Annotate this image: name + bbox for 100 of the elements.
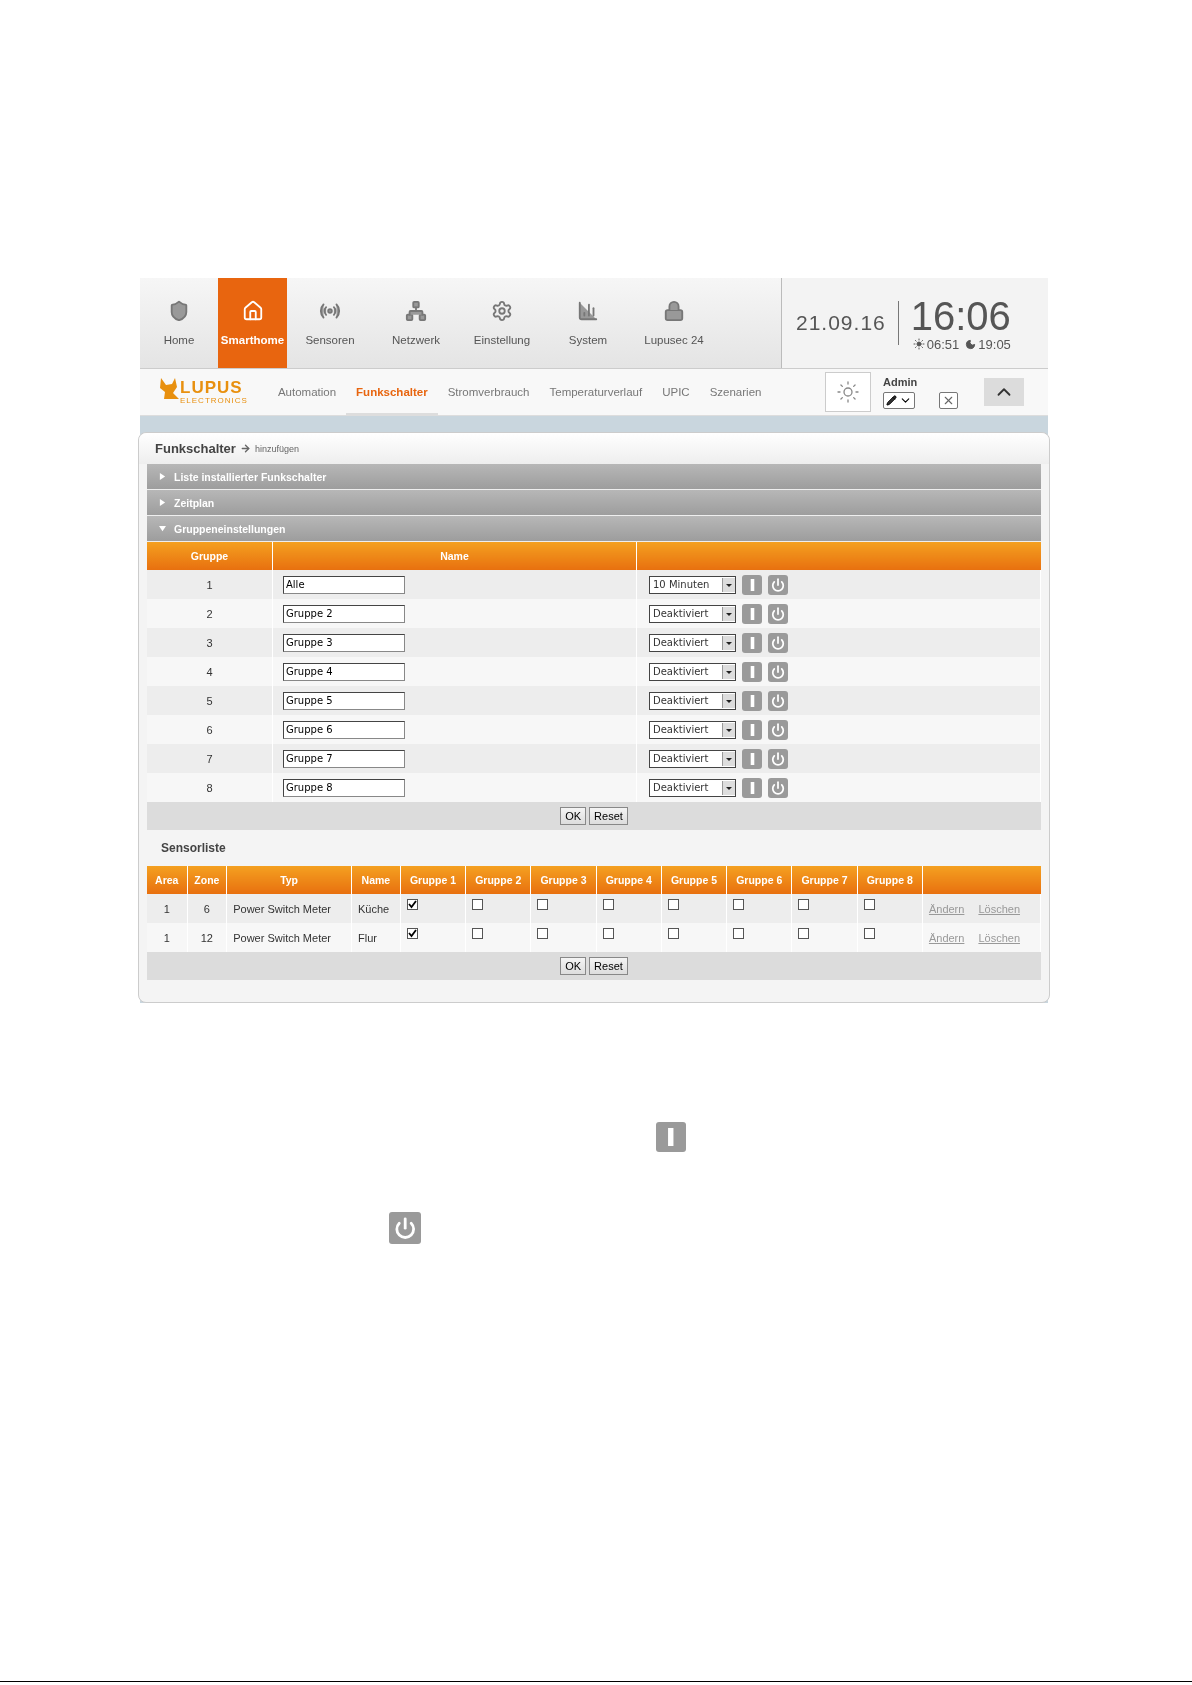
- nav-tab[interactable]: Sensoren: [287, 278, 373, 368]
- column-header: Gruppe 3: [530, 866, 597, 894]
- section-title: Gruppeneinstellungen: [174, 522, 286, 535]
- on-button[interactable]: [742, 661, 762, 682]
- table-cell: 4: [147, 657, 273, 686]
- power-button[interactable]: [768, 603, 788, 624]
- power-icon: [771, 693, 785, 708]
- subnav-tab[interactable]: Automation: [267, 369, 347, 415]
- group-checkbox[interactable]: [537, 928, 549, 939]
- group-checkbox[interactable]: [406, 928, 418, 939]
- logo-subtitle: ELECTRONICS: [180, 395, 248, 405]
- nav-tab[interactable]: Netzwerk: [373, 278, 459, 368]
- on-button[interactable]: [742, 603, 762, 624]
- date-text: 21.09.16: [796, 311, 886, 335]
- on-button[interactable]: [742, 690, 762, 711]
- bar-icon: [749, 781, 755, 794]
- timer-dropdown[interactable]: Deaktiviert: [649, 604, 736, 623]
- subnav-tab[interactable]: Stromverbrauch: [437, 369, 540, 415]
- nav-tab[interactable]: Smarthome: [218, 278, 287, 368]
- nav-tab[interactable]: System: [545, 278, 631, 368]
- column-header: Gruppe 1: [400, 866, 466, 894]
- power-button[interactable]: [768, 574, 788, 595]
- table-cell: Flur: [351, 923, 401, 952]
- group-checkbox[interactable]: [472, 899, 484, 910]
- timer-dropdown[interactable]: 10 Minuten: [649, 575, 736, 594]
- timer-dropdown[interactable]: Deaktiviert: [649, 749, 736, 768]
- power-button[interactable]: [768, 719, 788, 740]
- table-cell: Power Switch Meter: [226, 923, 352, 952]
- power-button[interactable]: [768, 777, 788, 798]
- power-button[interactable]: [389, 1212, 421, 1244]
- timer-dropdown[interactable]: Deaktiviert: [649, 633, 736, 652]
- close-button[interactable]: [939, 391, 958, 409]
- name-field[interactable]: Alle: [283, 575, 405, 594]
- table-cell: 7: [147, 744, 273, 773]
- name-field[interactable]: Gruppe 6: [283, 720, 405, 739]
- group-checkbox[interactable]: [863, 899, 875, 910]
- user-name: Admin: [883, 375, 919, 388]
- subnav-tab[interactable]: Szenarien: [699, 369, 772, 415]
- timer-dropdown[interactable]: Deaktiviert: [649, 778, 736, 797]
- power-icon: [771, 664, 785, 679]
- collapse-button[interactable]: [984, 378, 1024, 406]
- house-icon: [241, 300, 264, 322]
- group-checkbox[interactable]: [537, 899, 549, 910]
- name-field[interactable]: Gruppe 5: [283, 691, 405, 710]
- bar-icon: [749, 723, 755, 736]
- column-header: Gruppe 6: [726, 866, 792, 894]
- power-icon: [771, 780, 785, 795]
- group-checkbox[interactable]: [472, 928, 484, 939]
- user-menu-button[interactable]: [883, 391, 915, 409]
- group-checkbox[interactable]: [798, 928, 810, 939]
- reset-button[interactable]: Reset: [589, 957, 628, 975]
- name-field[interactable]: Gruppe 7: [283, 749, 405, 768]
- pencil-icon: [886, 394, 897, 406]
- subnav-tab[interactable]: Temperaturverlauf: [539, 369, 653, 415]
- name-field[interactable]: Gruppe 2: [283, 604, 405, 623]
- on-button[interactable]: [742, 719, 762, 740]
- nav-tab[interactable]: Lupusec 24: [631, 278, 717, 368]
- power-button[interactable]: [768, 632, 788, 653]
- timer-dropdown[interactable]: Deaktiviert: [649, 720, 736, 739]
- timer-dropdown[interactable]: Deaktiviert: [649, 691, 736, 710]
- logo-name: LUPUS: [180, 379, 243, 396]
- on-button[interactable]: [742, 777, 762, 798]
- on-button[interactable]: [742, 632, 762, 653]
- ok-button[interactable]: OK: [560, 957, 587, 975]
- shield-icon: [168, 300, 190, 322]
- name-field[interactable]: Gruppe 8: [283, 778, 405, 797]
- add-link[interactable]: hinzufügen: [254, 443, 299, 454]
- group-checkbox[interactable]: [602, 899, 614, 910]
- bar-icon: [749, 752, 755, 765]
- ok-button[interactable]: OK: [560, 807, 587, 825]
- on-button[interactable]: [742, 574, 762, 595]
- power-button[interactable]: [768, 661, 788, 682]
- reset-button[interactable]: Reset: [589, 807, 628, 825]
- group-checkbox[interactable]: [733, 899, 745, 910]
- group-checkbox[interactable]: [406, 899, 418, 910]
- group-checkbox[interactable]: [667, 899, 679, 910]
- name-field[interactable]: Gruppe 3: [283, 633, 405, 652]
- moon-icon: [965, 338, 977, 350]
- group-checkbox[interactable]: [667, 928, 679, 939]
- table-cell: Power Switch Meter: [226, 894, 352, 923]
- table-cell: 3: [147, 628, 273, 657]
- lock-icon: [663, 300, 685, 322]
- table-cell: 8: [147, 773, 273, 802]
- network-icon: [405, 300, 427, 322]
- group-checkbox[interactable]: [798, 899, 810, 910]
- bar-icon: [749, 694, 755, 707]
- on-button[interactable]: [656, 1122, 686, 1152]
- power-button[interactable]: [768, 690, 788, 711]
- nav-tab[interactable]: Home: [140, 278, 218, 368]
- nav-tab[interactable]: Einstellung: [459, 278, 545, 368]
- section-title: Liste installierter Funkschalter: [174, 470, 327, 483]
- group-checkbox[interactable]: [863, 928, 875, 939]
- sun-icon: [912, 338, 925, 350]
- group-checkbox[interactable]: [602, 928, 614, 939]
- subnav-tab[interactable]: UPIC: [652, 369, 700, 415]
- power-button[interactable]: [768, 748, 788, 769]
- on-button[interactable]: [742, 748, 762, 769]
- group-checkbox[interactable]: [733, 928, 745, 939]
- timer-dropdown[interactable]: Deaktiviert: [649, 662, 736, 681]
- name-field[interactable]: Gruppe 4: [283, 662, 405, 681]
